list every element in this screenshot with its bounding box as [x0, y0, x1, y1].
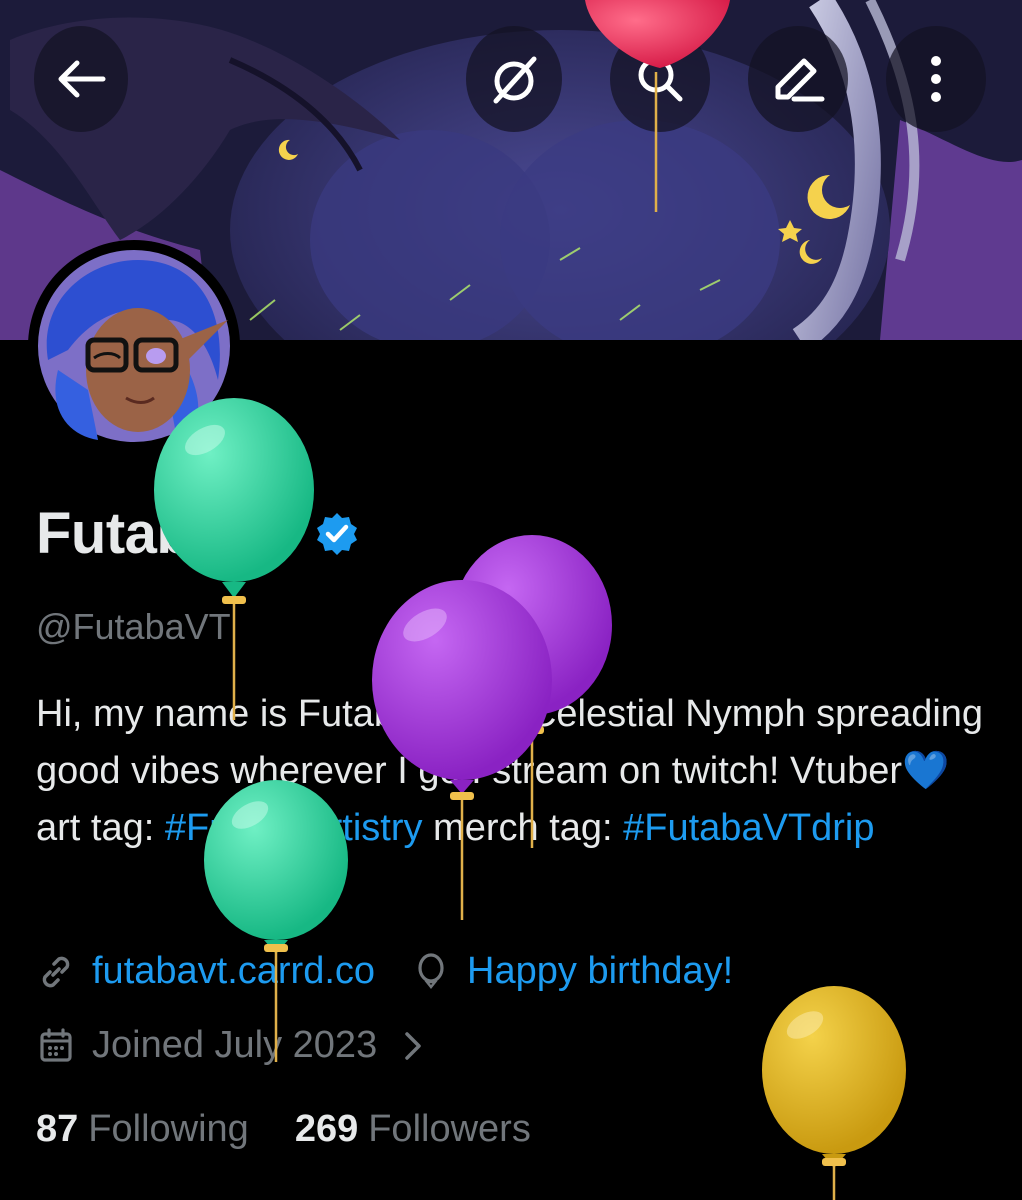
followers-link[interactable]: 269 Followers: [295, 1108, 531, 1151]
birthday-text[interactable]: Happy birthday!: [467, 950, 733, 993]
profile-meta-row: futabavt.carrd.co Happy birthday!: [36, 950, 733, 993]
following-link[interactable]: 87 Following: [36, 1108, 249, 1151]
bio: Hi, my name is Futaba! I'm a Celestial N…: [36, 686, 986, 857]
dots-vertical-icon: [931, 56, 941, 102]
follow-stats: 87 Following 269 Followers: [36, 1108, 531, 1151]
edit-button[interactable]: [748, 26, 848, 132]
joined-row[interactable]: Joined July 2023: [36, 1024, 427, 1067]
handle: @FutabaVT: [36, 606, 231, 647]
followers-label: Followers: [368, 1108, 531, 1150]
website-link[interactable]: futabavt.carrd.co: [92, 950, 375, 993]
more-button[interactable]: [886, 26, 986, 132]
search-icon: [638, 57, 683, 102]
bio-text-3: merch tag:: [422, 807, 624, 849]
hashtag-link[interactable]: #FutabaArtistry: [165, 807, 423, 849]
chevron-right-icon: [405, 1031, 421, 1060]
avatar[interactable]: [28, 240, 240, 452]
calendar-icon: [40, 1027, 72, 1062]
link-icon: [42, 956, 70, 987]
display-name: FutabaVT: [36, 501, 297, 566]
joined-date: Joined July 2023: [92, 1024, 378, 1066]
blue-heart-emoji: 💙: [901, 750, 950, 792]
gold-balloon: [762, 986, 906, 1200]
avatar-illustration: [30, 242, 238, 450]
back-button[interactable]: [34, 26, 128, 132]
search-button[interactable]: [610, 26, 710, 132]
slashed-circle-icon: [493, 56, 537, 104]
pencil-icon: [775, 58, 825, 102]
bio-text: Hi, my name is Futaba! I'm a Celestial N…: [36, 693, 984, 792]
following-count: 87: [36, 1108, 79, 1150]
arrow-left-icon: [58, 60, 106, 98]
verified-badge-icon[interactable]: [314, 511, 360, 557]
balloon-icon: [418, 952, 444, 989]
following-label: Following: [88, 1108, 249, 1150]
grok-button[interactable]: [466, 26, 562, 132]
followers-count: 269: [294, 1108, 359, 1150]
name-row: FutabaVT: [36, 500, 360, 567]
hashtag-link[interactable]: #FutabaVTdrip: [623, 807, 874, 849]
bio-text-2: art tag:: [36, 807, 165, 849]
